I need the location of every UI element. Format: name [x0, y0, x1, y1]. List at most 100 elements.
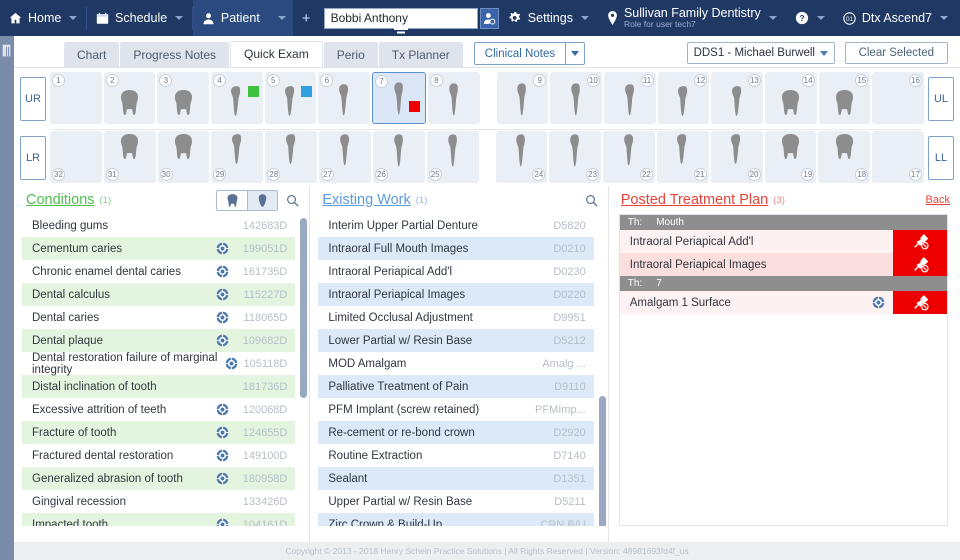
- treatment-plan-row[interactable]: Intraoral Periapical Add'l: [619, 230, 947, 253]
- list-item[interactable]: Impacted tooth 104161D: [22, 513, 296, 526]
- existing-work-title[interactable]: Existing Work: [322, 192, 410, 208]
- tab-tx-planner[interactable]: Tx Planner: [378, 42, 463, 67]
- list-item[interactable]: Interim Upper Partial Denture D5820: [318, 214, 594, 237]
- tooth-4[interactable]: 4: [211, 72, 263, 124]
- tooth-30[interactable]: 30: [157, 131, 210, 183]
- conditions-title[interactable]: Conditions: [26, 192, 95, 208]
- list-item[interactable]: Generalized abrasion of tooth 180958D: [22, 467, 296, 490]
- search-icon[interactable]: [585, 194, 598, 207]
- list-item[interactable]: PFM Implant (screw retained) PFMImp...: [318, 398, 594, 421]
- list-item[interactable]: Intraoral Periapical Images D0220: [318, 283, 594, 306]
- condition-marker-icon[interactable]: [216, 449, 230, 462]
- list-item[interactable]: Cementum caries 199051D: [22, 237, 296, 260]
- list-item[interactable]: Routine Extraction D7140: [318, 444, 594, 467]
- nav-item-home[interactable]: Home: [0, 0, 86, 36]
- collapse-handle-icon[interactable]: [393, 27, 409, 35]
- chevron-down-icon[interactable]: [69, 16, 78, 20]
- tab-perio[interactable]: Perio: [323, 42, 378, 67]
- clinical-notes-button[interactable]: Clinical Notes: [473, 42, 586, 65]
- tooth-24[interactable]: 24: [495, 131, 548, 183]
- tooth-32[interactable]: 32: [50, 131, 102, 183]
- list-item[interactable]: Upper Partial w/ Resin Base D5211: [318, 490, 594, 513]
- treatment-plan-row[interactable]: Amalgam 1 Surface: [619, 291, 947, 314]
- chevron-down-icon[interactable]: [768, 16, 777, 20]
- list-item[interactable]: Lower Partial w/ Resin Base D5212: [318, 329, 594, 352]
- provider-select[interactable]: DDS1 - Michael Burwell: [686, 42, 835, 64]
- tooth-25[interactable]: 25: [426, 131, 479, 183]
- patient-lookup-button[interactable]: [479, 7, 499, 29]
- tooth-9[interactable]: 9: [496, 72, 549, 124]
- chevron-down-icon[interactable]: [940, 16, 948, 20]
- nav-item-account[interactable]: 01 Dtx Ascend7: [834, 0, 960, 36]
- condition-marker-icon[interactable]: [216, 242, 230, 255]
- nav-item-help[interactable]: ?: [786, 0, 834, 36]
- tooth-11[interactable]: 11: [603, 72, 656, 124]
- tooth-1[interactable]: 1: [50, 72, 102, 124]
- quadrant-button-ul[interactable]: UL: [928, 77, 954, 121]
- tooth-7[interactable]: 7: [372, 72, 426, 124]
- tooth-20[interactable]: 20: [710, 131, 763, 183]
- tooth-28[interactable]: 28: [265, 131, 318, 183]
- tooth-6[interactable]: 6: [318, 72, 371, 124]
- tooth-31[interactable]: 31: [103, 131, 156, 183]
- existing-work-scrollbar[interactable]: [598, 216, 606, 526]
- scrollbar-thumb[interactable]: [300, 218, 308, 398]
- nav-item-settings[interactable]: Settings: [499, 0, 598, 36]
- list-item[interactable]: Re-cement or re-bond crown D2920: [318, 421, 594, 444]
- tooth-16[interactable]: 16: [872, 72, 924, 124]
- list-item[interactable]: Intraoral Periapical Add'l D0230: [318, 260, 594, 283]
- tooth-5[interactable]: 5: [264, 72, 317, 124]
- left-sidebar-rail[interactable]: [0, 36, 14, 560]
- tooth-8[interactable]: 8: [427, 72, 480, 124]
- condition-marker-icon[interactable]: [216, 518, 230, 526]
- tooth-21[interactable]: 21: [656, 131, 709, 183]
- list-item[interactable]: Excessive attrition of teeth 120068D: [22, 398, 296, 421]
- tooth-12[interactable]: 12: [657, 72, 710, 124]
- tab-progress-notes[interactable]: Progress Notes: [120, 42, 230, 67]
- treatment-plan-row[interactable]: Intraoral Periapical Images: [619, 253, 947, 276]
- condition-marker-icon[interactable]: [224, 357, 238, 370]
- conditions-scrollbar[interactable]: [300, 216, 308, 524]
- tooth-14[interactable]: 14: [764, 72, 817, 124]
- list-item[interactable]: Dental calculus 115227D: [22, 283, 296, 306]
- condition-marker-icon[interactable]: [216, 288, 230, 301]
- list-item[interactable]: Dental restoration failure of marginal i…: [22, 352, 296, 376]
- list-item[interactable]: Chronic enamel dental caries 161735D: [22, 260, 296, 283]
- unpost-treatment-button[interactable]: [893, 253, 947, 276]
- tooth-13[interactable]: 13: [711, 72, 763, 124]
- tooth-22[interactable]: 22: [603, 131, 655, 183]
- nav-patient-dropdown[interactable]: [268, 0, 293, 36]
- tooth-3[interactable]: 3: [157, 72, 210, 124]
- tooth-17[interactable]: 17: [872, 131, 924, 183]
- tab-quick-exam[interactable]: Quick Exam: [230, 41, 323, 67]
- chevron-down-icon[interactable]: [277, 16, 286, 20]
- tooth-26[interactable]: 26: [372, 131, 425, 183]
- tooth-18[interactable]: 18: [818, 131, 871, 183]
- patient-search-input[interactable]: Bobbi Anthony: [323, 7, 478, 33]
- unpost-treatment-button[interactable]: [893, 230, 947, 253]
- list-item[interactable]: Limited Occlusal Adjustment D9951: [318, 306, 594, 329]
- condition-marker-icon[interactable]: [216, 334, 230, 347]
- toggle-anterior-view[interactable]: [247, 190, 278, 210]
- list-item[interactable]: Sealant D1351: [318, 467, 594, 490]
- list-item[interactable]: Palliative Treatment of Pain D9110: [318, 375, 594, 398]
- condition-marker-icon[interactable]: [216, 265, 230, 278]
- nav-item-schedule[interactable]: Schedule: [87, 0, 192, 36]
- treatment-marker-icon[interactable]: [872, 296, 885, 309]
- back-link[interactable]: Back: [926, 194, 950, 206]
- tooth-19[interactable]: 19: [764, 131, 817, 183]
- tooth-10[interactable]: 10: [550, 72, 602, 124]
- nav-item-patient[interactable]: Patient: [192, 0, 269, 36]
- list-item[interactable]: MOD Amalgam Amalg ...: [318, 352, 594, 375]
- treatment-plan-title[interactable]: Posted Treatment Plan: [621, 192, 769, 208]
- chevron-down-icon[interactable]: [580, 16, 589, 20]
- quadrant-button-ll[interactable]: LL: [928, 136, 954, 180]
- chevron-down-icon[interactable]: [175, 16, 184, 20]
- list-item[interactable]: Bleeding gums 142683D: [22, 214, 296, 237]
- list-item[interactable]: Dental plaque 109682D: [22, 329, 296, 352]
- condition-marker-icon[interactable]: [216, 426, 230, 439]
- tooth-29[interactable]: 29: [211, 131, 264, 183]
- scrollbar-thumb[interactable]: [598, 396, 606, 526]
- condition-marker-icon[interactable]: [216, 311, 230, 324]
- list-item[interactable]: Distal inclination of tooth 181736D: [22, 375, 296, 398]
